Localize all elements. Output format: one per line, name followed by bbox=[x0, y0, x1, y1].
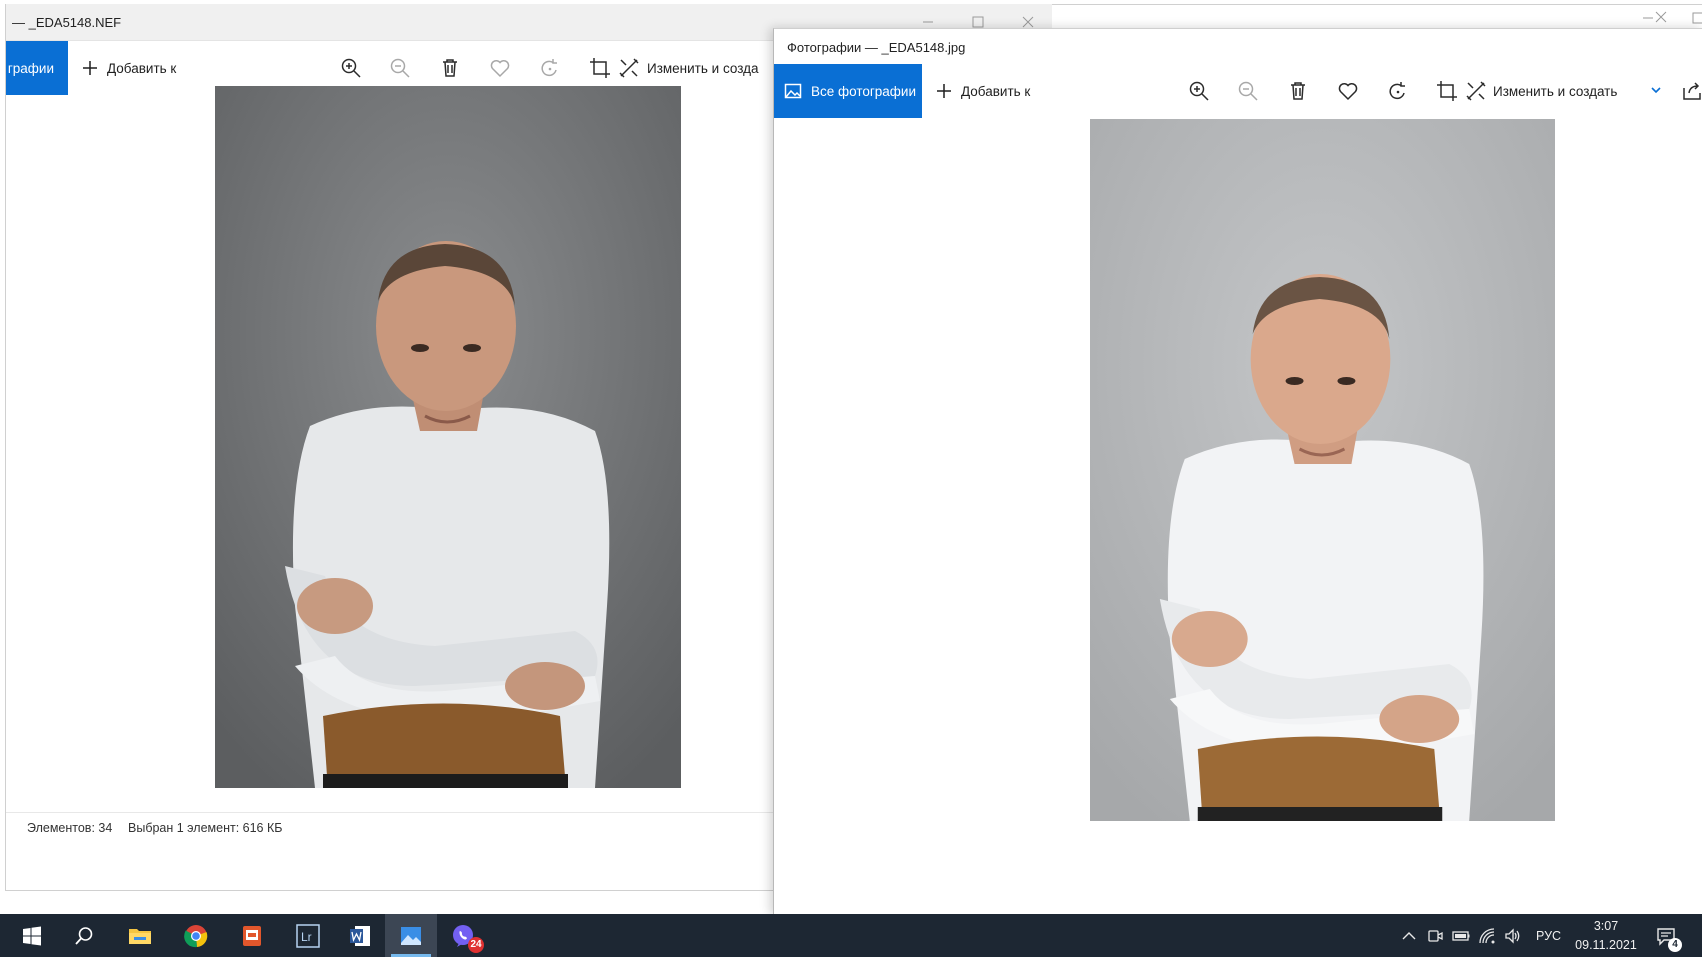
edit-create-icon[interactable] bbox=[617, 56, 641, 80]
zoom-out-icon[interactable] bbox=[1236, 79, 1260, 103]
language-indicator: РУС bbox=[1536, 928, 1562, 943]
clock-date: 09.11.2021 bbox=[1575, 938, 1637, 952]
photo-gallery-icon bbox=[784, 83, 802, 99]
maximize-icon[interactable] bbox=[1688, 8, 1702, 28]
favorite-icon[interactable] bbox=[1336, 79, 1360, 103]
show-hidden-icons[interactable] bbox=[1400, 914, 1418, 957]
window-top-edge bbox=[1052, 4, 1702, 31]
photo-raw bbox=[215, 86, 681, 788]
zoom-in-icon[interactable] bbox=[339, 56, 363, 80]
search-button[interactable] bbox=[58, 914, 110, 957]
camera-icon bbox=[1428, 929, 1443, 942]
title-bar[interactable]: Фотографии — _EDA5148.jpg bbox=[774, 29, 1702, 63]
delete-icon[interactable] bbox=[1286, 79, 1310, 103]
photos-window-jpg: Фотографии — _EDA5148.jpg Все фотографии… bbox=[773, 28, 1702, 915]
folder-icon bbox=[129, 928, 151, 944]
crop-icon[interactable] bbox=[1435, 79, 1459, 103]
zoom-in-icon[interactable] bbox=[1187, 79, 1211, 103]
edit-create-label[interactable]: Изменить и создать bbox=[1493, 64, 1617, 118]
all-photos-label: Все фотографии bbox=[811, 83, 917, 99]
delete-icon[interactable] bbox=[438, 56, 462, 80]
window-title: Фотографии — _EDA5148.jpg bbox=[787, 40, 966, 55]
add-to-button[interactable]: Добавить к bbox=[935, 64, 1030, 118]
plus-icon bbox=[83, 61, 97, 75]
tray-meet-now[interactable] bbox=[1426, 914, 1444, 957]
share-icon[interactable] bbox=[1680, 79, 1702, 103]
rotate-icon[interactable] bbox=[1386, 79, 1410, 103]
add-to-label: Добавить к bbox=[961, 83, 1031, 99]
all-photos-label: графии bbox=[7, 60, 54, 76]
photos-app-icon bbox=[401, 926, 421, 945]
toolbar: Все фотографии Добавить к Изменить и соз… bbox=[774, 64, 1702, 118]
taskbar-viber[interactable]: 24 bbox=[437, 914, 489, 957]
close-icon[interactable] bbox=[1651, 7, 1671, 27]
tray-language[interactable]: РУС bbox=[1536, 914, 1561, 957]
tray-volume[interactable] bbox=[1504, 914, 1522, 957]
items-count: Элементов: 34 bbox=[27, 821, 113, 835]
viber-badge: 24 bbox=[468, 937, 484, 953]
battery-icon bbox=[1452, 930, 1470, 941]
svg-text:Lr: Lr bbox=[301, 930, 312, 944]
taskbar-chrome[interactable] bbox=[170, 914, 222, 957]
chevron-up-icon bbox=[1402, 931, 1416, 939]
taskbar: Lr 24 РУС 3:07 09.11.2021 4 bbox=[0, 914, 1702, 957]
taskbar-lightroom[interactable]: Lr bbox=[282, 914, 334, 957]
wifi-icon bbox=[1479, 927, 1495, 943]
search-icon bbox=[75, 926, 93, 945]
favorite-icon[interactable] bbox=[488, 56, 512, 80]
windows-icon bbox=[23, 926, 41, 945]
taskbar-word[interactable] bbox=[334, 914, 386, 957]
add-to-label: Добавить к bbox=[107, 60, 177, 76]
taskbar-file-explorer[interactable] bbox=[114, 914, 166, 957]
rotate-icon[interactable] bbox=[538, 56, 562, 80]
plus-icon bbox=[937, 84, 951, 98]
edit-create-icon[interactable] bbox=[1464, 79, 1488, 103]
chrome-icon bbox=[184, 924, 208, 947]
selected-info: Выбран 1 элемент: 616 КБ bbox=[128, 821, 283, 835]
start-button[interactable] bbox=[6, 914, 58, 957]
document-app-icon bbox=[243, 925, 261, 946]
zoom-out-icon[interactable] bbox=[388, 56, 412, 80]
window-title: — _EDA5148.NEF bbox=[12, 15, 122, 30]
photo-jpg bbox=[1090, 119, 1555, 821]
word-icon bbox=[350, 925, 370, 946]
chevron-down-icon[interactable] bbox=[1649, 83, 1663, 97]
clock-time: 3:07 bbox=[1593, 919, 1619, 933]
add-to-button[interactable]: Добавить к bbox=[81, 41, 176, 95]
tray-battery[interactable] bbox=[1452, 914, 1470, 957]
crop-icon[interactable] bbox=[588, 56, 612, 80]
tray-clock[interactable]: 3:07 09.11.2021 bbox=[1561, 917, 1651, 955]
taskbar-document-app[interactable] bbox=[226, 914, 278, 957]
all-photos-button[interactable]: графии bbox=[6, 41, 68, 95]
notification-badge: 4 bbox=[1668, 938, 1682, 952]
speaker-icon bbox=[1505, 927, 1520, 944]
taskbar-photos[interactable] bbox=[385, 914, 437, 957]
all-photos-button[interactable]: Все фотографии bbox=[774, 64, 922, 118]
tray-network[interactable] bbox=[1478, 914, 1496, 957]
lightroom-icon: Lr bbox=[296, 923, 320, 948]
